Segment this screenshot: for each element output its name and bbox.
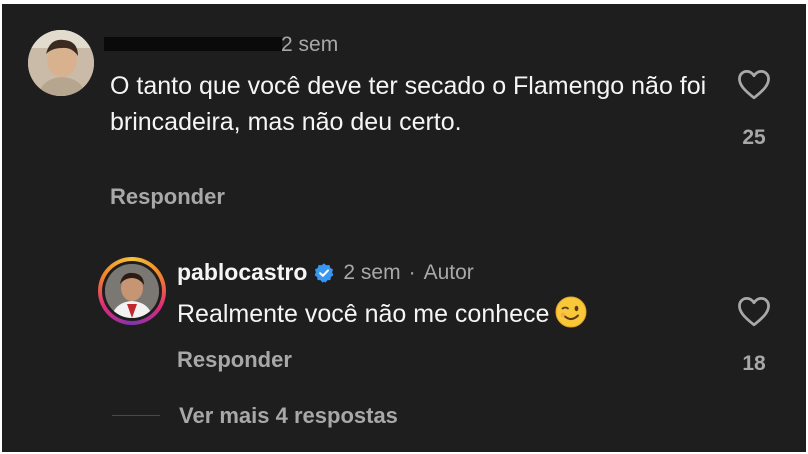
reply-header: pablocastro 2 sem · Autor <box>177 259 474 286</box>
verified-badge-icon <box>315 262 334 283</box>
reply-button[interactable]: Responder <box>177 347 292 373</box>
comment-text: O tanto que você deve ter secado o Flame… <box>110 72 707 136</box>
comment-timestamp: 2 sem <box>281 33 339 56</box>
like-count: 18 <box>742 352 766 375</box>
reply-username[interactable]: pablocastro <box>177 259 307 286</box>
comments-panel: 2 sem O tanto que você deve ter secado o… <box>2 4 806 452</box>
view-more-divider <box>112 415 160 416</box>
heart-icon[interactable] <box>736 295 772 327</box>
meta-separator: · <box>408 260 416 284</box>
user-avatar-icon <box>105 264 159 318</box>
author-avatar[interactable] <box>98 257 166 325</box>
heart-icon[interactable] <box>736 68 772 100</box>
reply-button[interactable]: Responder <box>110 184 225 210</box>
user-avatar-icon <box>28 30 94 96</box>
author-avatar-image <box>105 264 159 318</box>
winking-face-icon <box>555 296 587 328</box>
reply-text: Realmente você não me conhece <box>177 300 550 328</box>
like-count: 25 <box>742 126 766 149</box>
reply-text-row: Realmente você não me conhece <box>177 296 587 332</box>
redacted-username <box>104 37 282 51</box>
reply-timestamp: 2 sem <box>343 260 401 284</box>
author-tag: Autor <box>423 260 474 284</box>
commenter-avatar[interactable] <box>28 30 94 96</box>
view-more-replies-button[interactable]: Ver mais 4 respostas <box>179 403 398 429</box>
